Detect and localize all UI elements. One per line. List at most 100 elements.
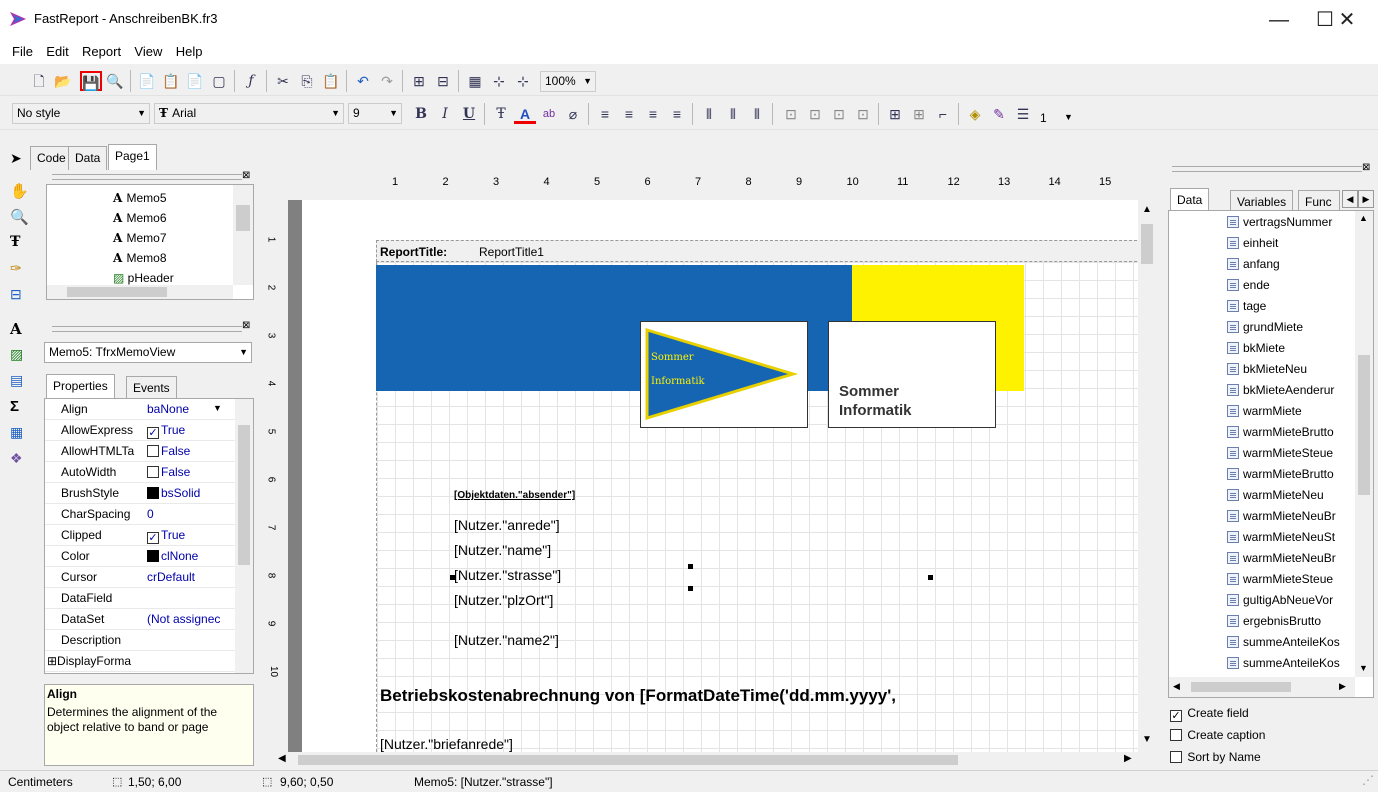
scroll-thumb[interactable] — [238, 425, 250, 565]
property-checkbox[interactable] — [147, 427, 159, 439]
more-tools-icon[interactable]: ❖ — [10, 450, 23, 467]
hand-icon[interactable]: ✋ — [10, 182, 29, 200]
create-field-option[interactable]: Create field — [1170, 706, 1249, 722]
data-field-item[interactable]: bkMieteNeu — [1227, 362, 1307, 376]
property-checkbox[interactable] — [147, 532, 159, 544]
data-field-item[interactable]: warmMieteSteue — [1227, 446, 1333, 460]
data-field-item[interactable]: grundMiete — [1227, 320, 1303, 334]
tree-item[interactable]: A Memo6 — [113, 211, 167, 225]
tab-scroll-right[interactable]: ▶ — [1358, 190, 1374, 208]
font-size-combo[interactable]: 9 ▼ — [348, 103, 402, 124]
fill-color-icon[interactable]: ◈ — [964, 104, 986, 124]
align-center-icon[interactable]: ≡ — [618, 104, 640, 124]
data-field-item[interactable]: bkMiete — [1227, 341, 1285, 355]
scroll-thumb[interactable] — [236, 205, 250, 231]
scroll-thumb[interactable] — [1141, 224, 1153, 264]
scroll-thumb[interactable] — [298, 755, 958, 765]
align-justify-icon[interactable]: ≡ — [666, 104, 688, 124]
valign-top-icon[interactable]: ⦀ — [698, 104, 720, 124]
tab-properties[interactable]: Properties — [46, 374, 115, 400]
sum-tool-icon[interactable]: Σ — [10, 398, 19, 415]
align-grid-icon[interactable]: ⊹ — [488, 71, 510, 91]
sort-by-name-option[interactable]: Sort by Name — [1170, 750, 1261, 764]
data-field-item[interactable]: warmMieteBrutto — [1227, 467, 1334, 481]
chevron-up-icon[interactable]: ▲ — [1142, 204, 1152, 215]
align-left-icon[interactable]: ≡ — [594, 104, 616, 124]
shadow-icon[interactable]: ⌐ — [932, 104, 954, 124]
selection-handle[interactable] — [688, 564, 693, 569]
design-scrollbar-v[interactable]: ▲ ▼ — [1138, 200, 1156, 752]
create-field-checkbox[interactable] — [1170, 710, 1182, 722]
property-value[interactable]: clNone — [147, 549, 198, 563]
data-field-item[interactable]: ende — [1227, 278, 1270, 292]
zoom-combo[interactable]: 100% ▼ — [540, 71, 596, 92]
menu-file[interactable]: File — [0, 40, 38, 63]
create-caption-option[interactable]: Create caption — [1170, 728, 1265, 742]
close-icon[interactable]: ⊠ — [242, 170, 250, 181]
property-row[interactable]: AllowHTMLTa False — [45, 441, 250, 462]
valign-bottom-icon[interactable]: ⦀ — [746, 104, 768, 124]
tree-item[interactable]: A Memo5 — [113, 191, 167, 205]
selection-handle[interactable] — [450, 575, 455, 580]
data-field-item[interactable]: anfang — [1227, 257, 1280, 271]
sort-by-name-checkbox[interactable] — [1170, 751, 1182, 763]
chevron-down-icon[interactable]: ▼ — [1359, 663, 1368, 673]
close-icon[interactable]: ⊠ — [242, 320, 250, 331]
undo-icon[interactable]: ↶ — [352, 71, 374, 91]
open-folder-icon[interactable]: 📂 — [52, 71, 74, 91]
cut-icon[interactable]: ✂ — [272, 71, 294, 91]
data-field-item[interactable]: einheit — [1227, 236, 1278, 250]
menu-view[interactable]: View — [129, 40, 167, 63]
frame-left-icon[interactable]: ⊡ — [828, 104, 850, 124]
preview-icon[interactable]: 🔍 — [104, 71, 126, 91]
data-field-item[interactable]: tage — [1227, 299, 1266, 313]
function-icon[interactable]: ƒ — [240, 71, 262, 91]
property-value[interactable]: 0 — [147, 507, 154, 521]
chevron-down-icon[interactable]: ▼ — [1064, 112, 1073, 122]
data-field-item[interactable]: summeAnteileKos — [1227, 656, 1340, 670]
text-tool-icon[interactable]: Ŧ — [10, 234, 20, 250]
font-settings-icon[interactable]: Ŧ — [490, 104, 512, 124]
close-icon[interactable]: ⊠ — [1362, 162, 1370, 173]
chart-tool-icon[interactable]: ▦ — [10, 424, 23, 441]
tab-scroll-left[interactable]: ◀ — [1342, 190, 1358, 208]
underline-icon[interactable]: U — [458, 104, 480, 124]
property-value[interactable]: False — [147, 465, 190, 479]
data-scrollbar-v[interactable]: ▲ ▼ — [1355, 211, 1373, 677]
pointer-icon[interactable]: ➤ — [10, 150, 22, 167]
picture-tool-icon[interactable]: ▨ — [10, 346, 23, 363]
menu-report[interactable]: Report — [77, 40, 126, 63]
property-row[interactable]: AllowExpress True — [45, 420, 250, 441]
memo-briefanrede[interactable]: [Nutzer."briefanrede"] — [380, 736, 513, 752]
valign-middle-icon[interactable]: ⦀ — [722, 104, 744, 124]
data-field-item[interactable]: bkMieteAenderur — [1227, 383, 1334, 397]
page-settings-icon[interactable]: ▢ — [208, 71, 230, 91]
scroll-thumb[interactable] — [1191, 682, 1291, 692]
tab-code[interactable]: Code — [30, 146, 73, 170]
property-row[interactable]: Cursor crDefault — [45, 567, 250, 588]
tab-page1[interactable]: Page1 — [108, 144, 157, 170]
tab-events[interactable]: Events — [126, 376, 177, 400]
delete-page-icon[interactable]: 📄 — [184, 71, 206, 91]
property-row[interactable]: ⊞DisplayForma — [45, 651, 250, 672]
property-row[interactable]: DataSet (Not assignec — [45, 609, 250, 630]
frame-color-icon[interactable]: ✎ — [988, 104, 1010, 124]
property-row[interactable]: Description — [45, 630, 250, 651]
logo-pennant[interactable]: Sommer Informatik — [640, 321, 808, 428]
memo-tool-icon[interactable]: A — [10, 320, 22, 338]
chevron-down-icon[interactable]: ▼ — [213, 403, 222, 413]
save-icon[interactable]: 💾 — [80, 71, 102, 91]
data-field-item[interactable]: warmMiete — [1227, 404, 1302, 418]
italic-icon[interactable]: I — [434, 104, 456, 124]
frame-right-icon[interactable]: ⊡ — [852, 104, 874, 124]
align-right-icon[interactable]: ≡ — [642, 104, 664, 124]
memo-name[interactable]: [Nutzer."name"] — [454, 542, 551, 558]
tab-data[interactable]: Data — [68, 146, 108, 170]
chevron-left-icon[interactable]: ◀ — [1173, 681, 1180, 692]
minimize-button[interactable]: — — [1256, 6, 1302, 34]
property-checkbox[interactable] — [147, 445, 159, 457]
redo-icon[interactable]: ↷ — [376, 71, 398, 91]
paste-icon[interactable]: 📋 — [320, 71, 342, 91]
data-field-item[interactable]: gultigAbNeueVor — [1227, 593, 1333, 607]
data-field-item[interactable]: warmMieteNeu — [1227, 488, 1324, 502]
